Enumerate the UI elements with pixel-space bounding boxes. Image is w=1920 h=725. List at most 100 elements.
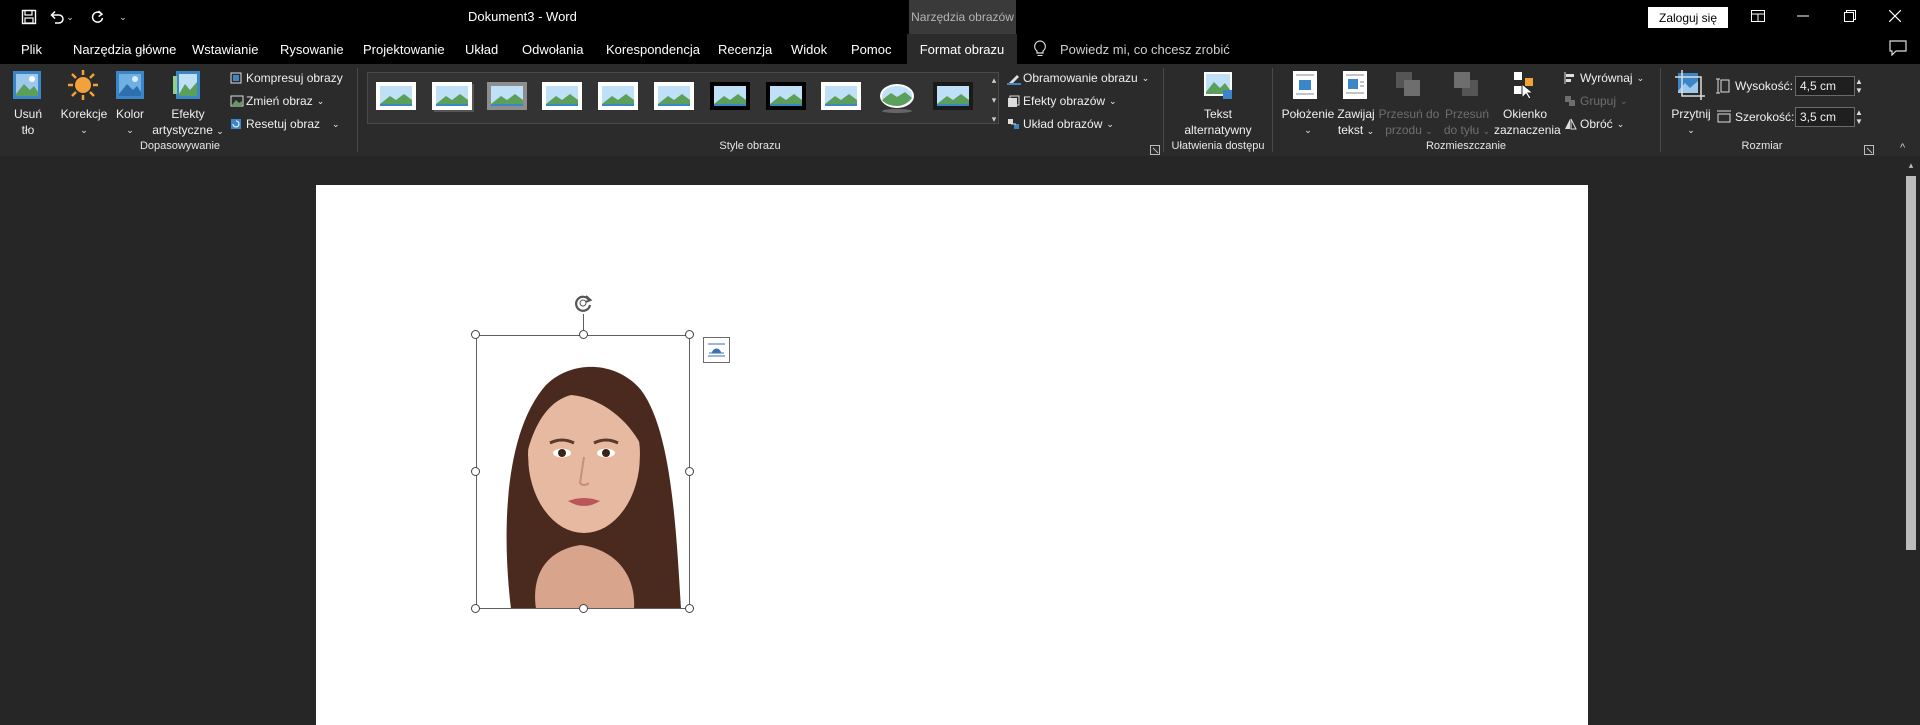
width-input[interactable]: 3,5 cm — [1795, 107, 1855, 127]
remove-background-icon[interactable] — [12, 70, 44, 102]
color-icon[interactable] — [115, 70, 147, 102]
selection-pane-icon[interactable] — [1510, 70, 1540, 102]
gallery-more-icon[interactable]: ▾ — [988, 112, 1000, 126]
tell-me-search[interactable]: Powiedz mi, co chcesz zrobić — [1060, 42, 1230, 57]
lightbulb-icon[interactable] — [1033, 40, 1047, 58]
resize-handle-right[interactable] — [685, 467, 694, 476]
ribbon-display-options-icon[interactable] — [1740, 4, 1776, 28]
change-picture-button[interactable]: Zmień obraz ⌄ — [230, 92, 324, 110]
resize-handle-left[interactable] — [471, 467, 480, 476]
tab-picture-format[interactable]: Format obrazu — [907, 34, 1017, 64]
tab-home[interactable]: Narzędzia główne — [71, 34, 178, 64]
send-backward-button: Przesuń do tyłu ⌄ — [1436, 106, 1498, 139]
height-input[interactable]: 4,5 cm — [1795, 76, 1855, 96]
bring-forward-label-1: Przesuń do — [1378, 107, 1440, 121]
scrollbar-thumb[interactable] — [1906, 176, 1916, 550]
position-button[interactable]: Położenie ⌄ — [1280, 106, 1336, 138]
spin-up-icon[interactable]: ▲ — [1855, 77, 1863, 86]
crop-dropdown-icon: ⌄ — [1687, 125, 1695, 135]
tab-draw[interactable]: Rysowanie — [278, 34, 346, 64]
wrap-text-button[interactable]: Zawijaj tekst ⌄ — [1332, 106, 1380, 139]
tab-mailings[interactable]: Korespondencja — [604, 34, 702, 64]
tab-review[interactable]: Recenzja — [716, 34, 774, 64]
resize-handle-bottom-left[interactable] — [471, 604, 480, 613]
gallery-scroll-up-icon[interactable]: ▴ — [988, 73, 1000, 87]
group-separator — [1163, 68, 1164, 152]
picture-style-thumbnail[interactable] — [931, 78, 975, 116]
redo-icon[interactable] — [86, 6, 108, 28]
picture-layout-button[interactable]: Układ obrazów ⌄ — [1007, 115, 1114, 133]
resize-handle-top-right[interactable] — [685, 330, 694, 339]
wrap-text-icon[interactable] — [1342, 70, 1370, 102]
selection-pane-button[interactable]: Okienko zaznaczenia — [1494, 106, 1561, 138]
color-button[interactable]: Kolor ⌄ — [110, 106, 150, 138]
scroll-up-arrow-icon[interactable]: ▴ — [1904, 160, 1918, 172]
picture-style-thumbnail[interactable] — [708, 78, 752, 116]
picture-style-thumbnail[interactable] — [485, 78, 529, 116]
collapse-ribbon-icon[interactable]: ^ — [1900, 142, 1912, 154]
tab-view[interactable]: Widok — [789, 34, 829, 64]
tab-insert[interactable]: Wstawianie — [190, 34, 260, 64]
spin-down-icon[interactable]: ▼ — [1855, 86, 1863, 95]
picture-border-button[interactable]: Obramowanie obrazu ⌄ — [1007, 69, 1149, 87]
picture-style-thumbnail[interactable] — [652, 78, 696, 116]
bring-forward-dropdown-icon: ⌄ — [1425, 126, 1433, 136]
minimize-icon[interactable] — [1785, 4, 1821, 28]
artistic-effects-icon[interactable] — [172, 70, 204, 102]
corrections-button[interactable]: Korekcje ⌄ — [58, 106, 110, 138]
gallery-scroll-down-icon[interactable]: ▾ — [988, 93, 1000, 107]
tab-file[interactable]: Plik — [19, 34, 44, 64]
spin-down-icon[interactable]: ▼ — [1855, 117, 1863, 126]
corrections-label: Korekcje — [60, 107, 108, 121]
artistic-effects-button[interactable]: Efekty artystyczne ⌄ — [150, 106, 226, 139]
tab-layout[interactable]: Układ — [463, 34, 500, 64]
picture-style-thumbnail[interactable] — [596, 78, 640, 116]
qat-customize-icon[interactable]: ⌄ — [116, 6, 130, 28]
group-label-size: Rozmiar — [1741, 140, 1783, 152]
remove-background-button[interactable]: Usuń tło — [8, 106, 48, 138]
size-launcher-icon[interactable] — [1864, 142, 1874, 155]
reset-picture-button[interactable]: Resetuj obraz ⌄ — [230, 115, 340, 133]
picture-style-thumbnail[interactable] — [430, 78, 474, 116]
position-dropdown-icon: ⌄ — [1304, 125, 1312, 135]
tab-design[interactable]: Projektowanie — [361, 34, 447, 64]
restore-icon[interactable] — [1832, 4, 1868, 28]
picture-style-thumbnail[interactable] — [540, 78, 584, 116]
resize-handle-bottom-right[interactable] — [685, 604, 694, 613]
width-spinner[interactable]: ▲ ▼ — [1853, 107, 1865, 127]
resize-handle-bottom[interactable] — [579, 604, 588, 613]
alt-text-icon[interactable] — [1203, 70, 1235, 102]
corrections-icon[interactable] — [68, 70, 100, 102]
picture-effects-dropdown-icon: ⌄ — [1109, 95, 1117, 106]
picture-style-thumbnail[interactable] — [374, 78, 418, 116]
height-spinner[interactable]: ▲ ▼ — [1853, 76, 1865, 96]
rotate-handle-icon[interactable] — [572, 292, 594, 314]
save-icon[interactable] — [18, 6, 40, 28]
sign-in-button[interactable]: Zaloguj się — [1648, 7, 1728, 28]
alt-text-button[interactable]: Tekst alternatywny — [1176, 106, 1260, 138]
undo-dropdown-icon[interactable]: ⌄ — [64, 6, 76, 28]
crop-button[interactable]: Przytnij ⌄ — [1666, 106, 1716, 138]
picture-effects-button[interactable]: Efekty obrazów ⌄ — [1007, 92, 1117, 110]
comments-icon[interactable] — [1889, 40, 1907, 57]
resize-handle-top-left[interactable] — [471, 330, 480, 339]
compress-pictures-button[interactable]: Kompresuj obrazy — [230, 69, 343, 87]
picture-selection-frame — [476, 335, 690, 609]
position-icon[interactable] — [1292, 70, 1320, 102]
resize-handle-top[interactable] — [579, 330, 588, 339]
close-icon[interactable] — [1877, 4, 1913, 28]
tab-references[interactable]: Odwołania — [520, 34, 585, 64]
picture-style-thumbnail[interactable] — [819, 78, 863, 116]
spin-up-icon[interactable]: ▲ — [1855, 108, 1863, 117]
width-icon — [1716, 109, 1732, 123]
picture-style-thumbnail[interactable] — [875, 78, 919, 116]
align-button[interactable]: Wyrównaj ⌄ — [1564, 69, 1644, 87]
crop-icon[interactable] — [1675, 70, 1707, 102]
rotate-button[interactable]: Obróć ⌄ — [1564, 115, 1624, 133]
picture-border-icon — [1007, 72, 1021, 85]
tab-help[interactable]: Pomoc — [849, 34, 893, 64]
format-picture-launcher-icon[interactable] — [1150, 142, 1160, 155]
layout-options-icon[interactable] — [703, 337, 730, 363]
picture-style-thumbnail[interactable] — [764, 78, 808, 116]
picture-tools-context-label: Narzędzia obrazów — [909, 0, 1016, 34]
